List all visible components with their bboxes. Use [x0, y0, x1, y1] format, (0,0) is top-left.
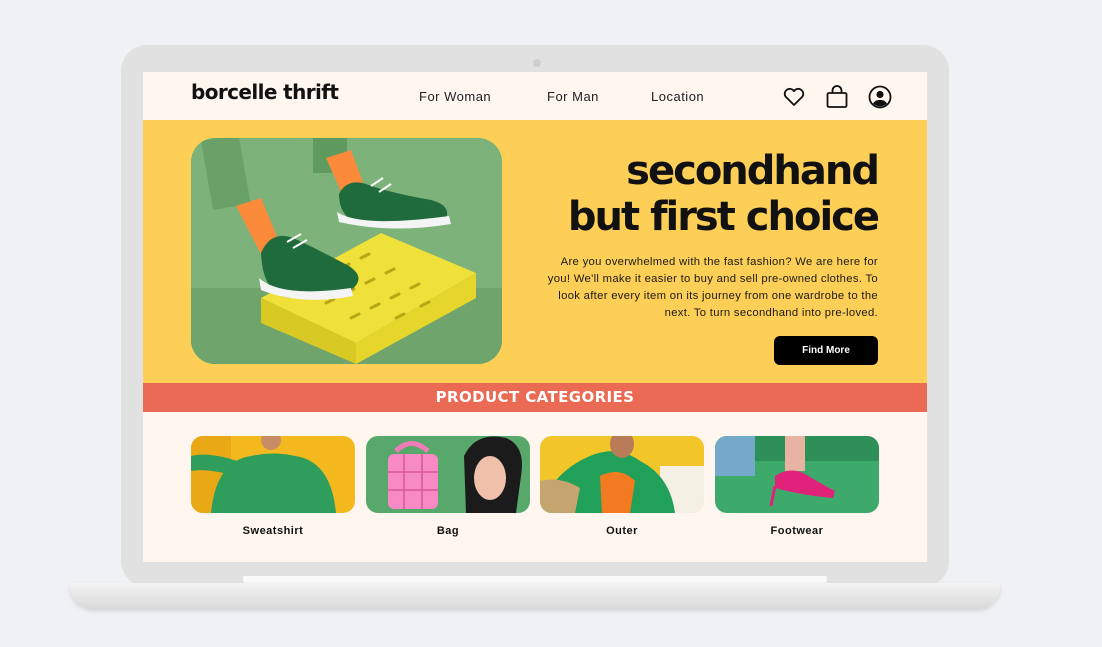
category-label-outer[interactable]: Outer [540, 525, 704, 537]
categories-heading: PRODUCT CATEGORIES [435, 388, 635, 406]
top-navigation: borcelle thrift For Woman For Man Locati… [143, 72, 927, 120]
category-label-footwear[interactable]: Footwear [715, 525, 879, 537]
find-more-button[interactable]: Find More [774, 336, 878, 365]
category-card-sweatshirt[interactable] [191, 436, 355, 513]
nav-link-for-man[interactable]: For Man [547, 89, 599, 104]
hero-title: secondhand but first choice [567, 148, 880, 240]
hero-description: Are you overwhelmed with the fast fashio… [547, 256, 878, 319]
user-account-icon[interactable] [867, 84, 893, 110]
category-card-footwear[interactable] [715, 436, 879, 513]
hero-title-line-2: but first choice [567, 194, 880, 240]
laptop-base [70, 583, 1000, 609]
hero-section: secondhand but first choice Are you over… [143, 120, 927, 383]
hero-image-sneakers-on-crate [191, 138, 502, 364]
category-label-bag[interactable]: Bag [366, 525, 530, 537]
category-label-sweatshirt[interactable]: Sweatshirt [191, 525, 355, 537]
website-screen: borcelle thrift For Woman For Man Locati… [143, 72, 927, 562]
category-card-outer[interactable] [540, 436, 704, 513]
nav-link-location[interactable]: Location [651, 89, 704, 104]
hero-title-line-1: secondhand [626, 148, 880, 194]
heart-icon[interactable] [781, 84, 807, 110]
categories-band: PRODUCT CATEGORIES [143, 383, 927, 412]
category-card-bag[interactable] [366, 436, 530, 513]
laptop-camera [533, 59, 541, 67]
nav-link-for-woman[interactable]: For Woman [419, 89, 491, 104]
shopping-bag-icon[interactable] [824, 84, 850, 110]
brand-logo[interactable]: borcelle thrift [191, 80, 339, 104]
